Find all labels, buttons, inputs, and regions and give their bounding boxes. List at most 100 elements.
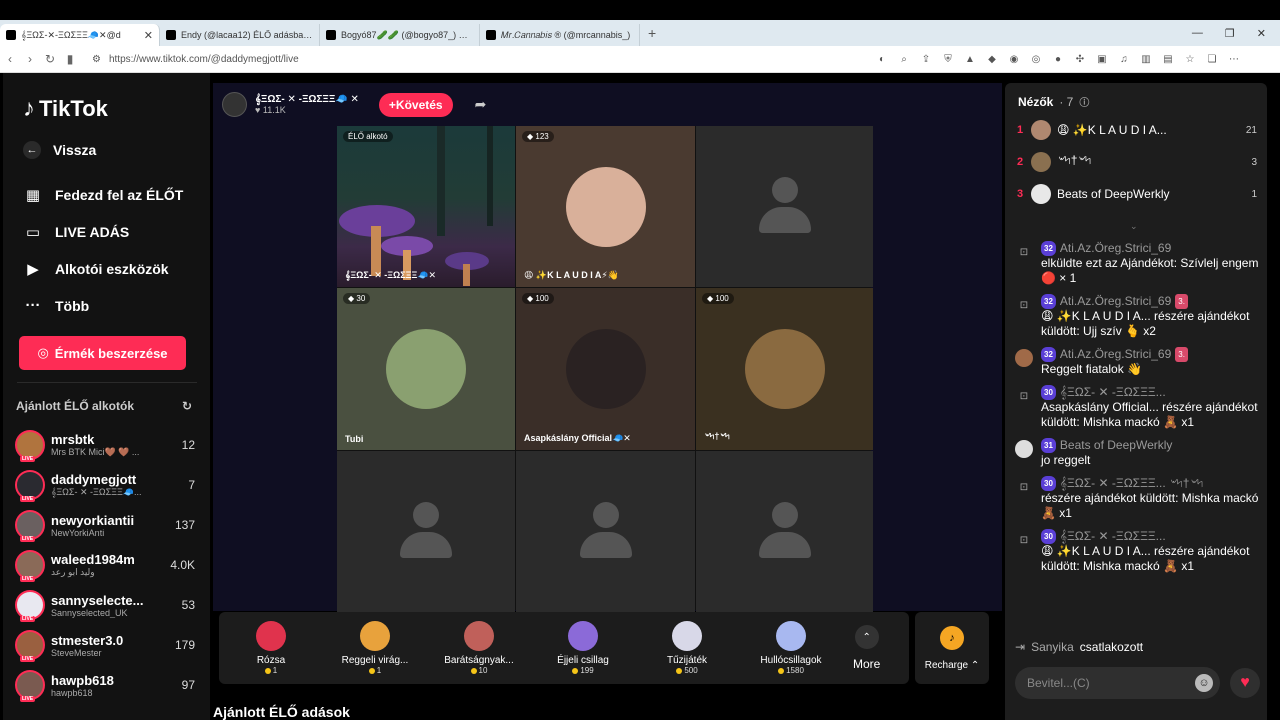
empty-guest-slot[interactable] (337, 451, 515, 612)
host-name[interactable]: 𝄞ΞΩΣ- ✕ -ΞΩΣΞΞ🧢 ✕ (255, 94, 359, 105)
back-link[interactable]: ← Vissza (23, 141, 96, 159)
share-icon[interactable]: ➦ (475, 96, 487, 113)
bookmark-icon[interactable]: ▮ (60, 52, 80, 66)
nav-more[interactable]: ··· Több (23, 297, 90, 314)
message-user[interactable]: 𝄞ΞΩΣ- ✕ -ΞΩΣΞΞ... (1060, 385, 1166, 400)
gift-name: Barátságnyak... (444, 655, 514, 666)
joined-user[interactable]: Sanyika (1031, 640, 1074, 654)
creator-name: mrsbtk (51, 432, 95, 447)
empty-guest-slot[interactable] (696, 451, 873, 612)
guest-cell[interactable]: ◆ 123 😩 ✨K L A U D I A⚡👋 (516, 126, 695, 287)
necklace-icon (464, 621, 494, 651)
creator-item[interactable]: LIVE waleed1984m وليد ابو رعد 4.0K (15, 545, 195, 585)
extension-icon[interactable]: ▲ (964, 54, 976, 65)
empty-guest-slot[interactable] (696, 126, 873, 287)
more-gifts-button[interactable]: ⌃ More (853, 625, 880, 671)
gift-morning-flowers[interactable]: Reggeli virág... 1 (323, 621, 427, 675)
share-page-icon[interactable]: ⇪ (920, 54, 932, 65)
creator-subtitle: hawpb618 (51, 687, 93, 698)
get-coins-button[interactable]: ◎ Érmék beszerzése (19, 336, 186, 370)
reload-icon[interactable]: ↻ (40, 52, 60, 66)
guest-cell[interactable]: ◆ 100 Asapkáslány Official🧢✕ (516, 288, 695, 450)
host-avatar[interactable] (222, 92, 247, 117)
creator-item[interactable]: LIVE hawpb618 hawpb618 97 (15, 665, 195, 705)
creator-item[interactable]: LIVE stmester3.0 SteveMester 179 (15, 625, 195, 665)
forward-nav-icon[interactable]: › (20, 52, 40, 66)
favorites-icon[interactable]: ☆ (1184, 54, 1196, 65)
screen-top-border (0, 0, 1280, 20)
creator-item[interactable]: LIVE daddymegjott 𝄞ΞΩΣ- ✕ -ΞΩΣΞΞ🧢... 7 (15, 465, 195, 505)
gift-rose[interactable]: Rózsa 1 (219, 621, 323, 675)
settings-icon[interactable]: ⋯ (1228, 54, 1240, 65)
gift-shooting-stars[interactable]: Hullócsillagok 1580 (739, 621, 843, 675)
guest-cell[interactable]: ÉLŐ alkotó 𝄞ΞΩΣ- ✕ -ΞΩΣΞΞ🧢✕ (337, 126, 515, 287)
emoji-icon[interactable]: ☺ (1195, 674, 1213, 692)
extension-icon[interactable]: ◉ (1008, 54, 1020, 65)
browser-tab-1[interactable]: 𝄞ΞΩΣ-✕-ΞΩΣΞΞ🧢✕@d ✕ (0, 24, 160, 46)
creator-item[interactable]: LIVE newyorkiantii NewYorkiAnti 137 (15, 505, 195, 545)
viewer-count: 97 (181, 678, 195, 692)
wallet-icon[interactable]: ▤ (1162, 54, 1174, 65)
maximize-icon[interactable]: ❐ (1225, 27, 1235, 40)
creator-item[interactable]: LIVE sannyselecte... Sannyselected_UK 53 (15, 585, 195, 625)
browser-tab-2[interactable]: Endy (@lacaa12) ÉLŐ adásban va (160, 24, 320, 46)
message-text: 😩 ✨K L A U D I A... részére ajándékot kü… (1041, 544, 1250, 573)
gift-price-value: 1 (376, 666, 382, 675)
extension-icon[interactable]: ◆ (986, 54, 998, 65)
gift-bar: Rózsa 1 Reggeli virág... 1 Barátságnyak.… (219, 612, 909, 684)
message-user[interactable]: Ati.Az.Öreg.Strici_69 (1060, 241, 1171, 256)
gift-night-star[interactable]: Éjjeli csillag 199 (531, 621, 635, 675)
message-user[interactable]: 𝄞ΞΩΣ- ✕ -ΞΩΣΞΞ... ৺৸†৺৸ (1060, 476, 1203, 491)
extension-icon[interactable]: ● (1052, 54, 1064, 65)
tiktok-logo[interactable]: ♪ TikTok (23, 95, 108, 123)
message-user[interactable]: Beats of DeepWerkly (1060, 438, 1173, 453)
gift-fireworks[interactable]: Tűzijáték 500 (635, 621, 739, 675)
guest-cell[interactable]: ◆ 100 ৺৸†৺৸ (696, 288, 873, 450)
gift-price: 199 (572, 666, 594, 675)
follow-button[interactable]: +Követés (378, 92, 453, 117)
chat-input[interactable] (1015, 667, 1220, 699)
top-viewer-row[interactable]: 1 😩 ✨K L A U D I A... 21 (1017, 120, 1257, 140)
url-field[interactable]: ⚙ https://www.tiktok.com/@daddymegjott/l… (86, 49, 856, 69)
gift-price-value: 10 (478, 666, 488, 675)
guest-cell[interactable]: ◆ 30 Tubi (337, 288, 515, 450)
empty-guest-slot[interactable] (516, 451, 695, 612)
gift-friendship-necklace[interactable]: Barátságnyak... 10 (427, 621, 531, 675)
viewer-name: 😩 ✨K L A U D I A... (1057, 123, 1167, 137)
extension-icon[interactable]: ◎ (1030, 54, 1042, 65)
info-icon[interactable]: ⓘ (1079, 94, 1089, 109)
minimize-icon[interactable]: — (1192, 27, 1203, 40)
like-heart-button[interactable]: ♥ (1230, 668, 1260, 698)
top-viewer-row[interactable]: 3 Beats of DeepWerkly 1 (1017, 184, 1257, 204)
music-icon[interactable]: ♫ (1118, 54, 1130, 65)
sidebar-icon[interactable]: ▥ (1140, 54, 1152, 65)
new-tab-icon[interactable]: + (640, 25, 664, 41)
chevron-down-icon[interactable]: ⌄ (1130, 221, 1138, 232)
extension-icon[interactable]: ▣ (1096, 54, 1108, 65)
top-viewer-row[interactable]: 2 ৺৸†৺৸ 3 (1017, 152, 1257, 172)
site-info-icon[interactable]: ⚙ (92, 54, 101, 65)
browser-tab-3[interactable]: Bogyó87🥒🥒 (@bogyo87_) ÉLŐ a (320, 24, 480, 46)
nav-creator-tools[interactable]: ▶ Alkotói eszközök (23, 260, 168, 278)
message-user[interactable]: Ati.Az.Öreg.Strici_69 (1060, 294, 1171, 309)
browser-tab-4[interactable]: 𝑀𝑟.𝐶𝑎𝑛𝑛𝑎𝑏𝑖𝑠 ® (@mrcannabis_) (480, 24, 640, 46)
message-user[interactable]: 𝄞ΞΩΣ- ✕ -ΞΩΣΞΞ... (1060, 529, 1166, 544)
shield-icon[interactable]: ⛨ (942, 54, 954, 65)
back-label: Vissza (53, 142, 97, 158)
refresh-icon[interactable]: ↻ (182, 399, 192, 413)
zoom-icon[interactable]: ⌕ (898, 54, 910, 65)
nav-explore-live[interactable]: ▦ Fedezd fel az ÉLŐT (23, 186, 183, 204)
message-user[interactable]: Ati.Az.Öreg.Strici_69 (1060, 347, 1171, 362)
back-nav-icon[interactable]: ‹ (0, 52, 20, 66)
recharge-button[interactable]: ♪ Recharge ⌃ (915, 612, 989, 684)
window-close-icon[interactable]: ✕ (1257, 27, 1266, 40)
chat-messages: ⊡ 32 Ati.Az.Öreg.Strici_69 elküldte ezt a… (1015, 241, 1260, 637)
extension-icon[interactable]: ◐ (876, 54, 888, 65)
creator-item[interactable]: LIVE mrsbtk Mrs BTK Mici🤎 🤎 ... 12 (15, 425, 195, 465)
coin-icon (368, 667, 375, 674)
gift-icon: ⊡ (1019, 390, 1029, 402)
nav-go-live[interactable]: ▭ LIVE ADÁS (23, 223, 129, 241)
puzzle-icon[interactable]: ✣ (1074, 54, 1086, 65)
close-icon[interactable]: ✕ (144, 29, 153, 42)
collections-icon[interactable]: ❏ (1206, 54, 1218, 65)
